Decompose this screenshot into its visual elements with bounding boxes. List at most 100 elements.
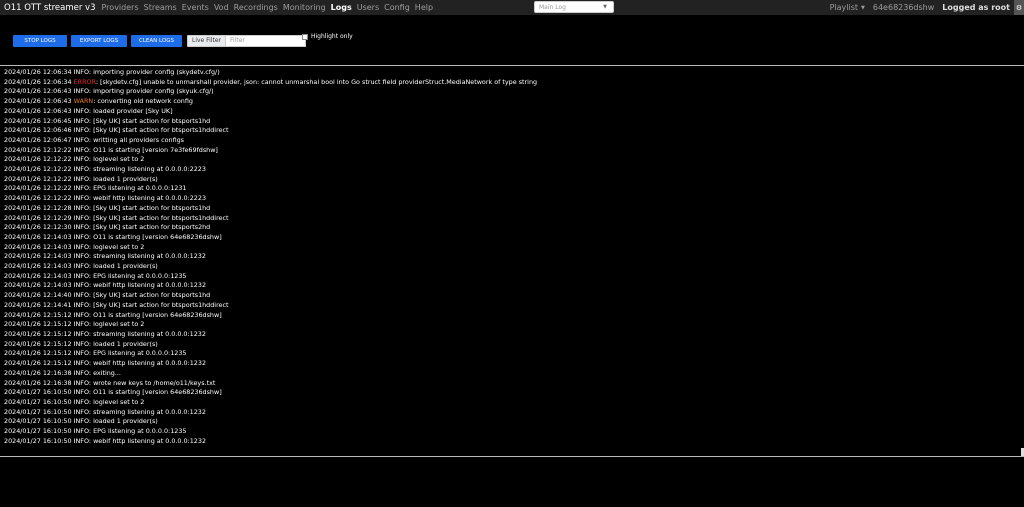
nav-item-help[interactable]: Help bbox=[415, 3, 433, 12]
log-timestamp: 2024/01/26 12:12:22 bbox=[4, 194, 72, 203]
log-line: 2024/01/26 12:12:22 INFO: loglevel set t… bbox=[4, 155, 145, 164]
log-level: INFO bbox=[73, 165, 89, 174]
clean-logs-button[interactable]: CLEAN LOGS bbox=[131, 34, 182, 47]
log-message: streaming listening at 0.0.0.0:1232 bbox=[93, 329, 206, 338]
log-line: 2024/01/26 12:15:12 INFO: EPG listening … bbox=[4, 349, 187, 358]
log-level: INFO bbox=[73, 203, 89, 212]
log-message: writting all providers configs bbox=[93, 135, 185, 144]
chevron-down-icon: ▼ bbox=[861, 4, 865, 11]
log-message: [Sky UK] start action for btsports1hd bbox=[93, 291, 211, 300]
log-line: 2024/01/26 12:16:38 INFO: exiting... bbox=[4, 368, 121, 377]
log-message: EPG listening at 0.0.0.0:1231 bbox=[93, 184, 187, 193]
log-line: 2024/01/26 12:15:12 INFO: webif http lis… bbox=[4, 359, 207, 368]
log-timestamp: 2024/01/26 12:12:28 bbox=[4, 203, 72, 212]
log-message: loglevel set to 2 bbox=[93, 320, 145, 329]
log-level: INFO bbox=[73, 174, 89, 183]
log-timestamp: 2024/01/27 16:10:50 bbox=[4, 397, 72, 406]
log-line: 2024/01/26 12:12:22 INFO: webif http lis… bbox=[4, 194, 207, 203]
highlight-only-label: Highlight only bbox=[311, 33, 353, 40]
chevron-down-icon: ▼ bbox=[603, 4, 607, 10]
log-level: INFO bbox=[73, 155, 89, 164]
log-line: 2024/01/26 12:12:29 INFO: [Sky UK] start… bbox=[4, 213, 229, 222]
log-level: INFO bbox=[73, 388, 89, 397]
log-timestamp: 2024/01/26 12:15:12 bbox=[4, 329, 72, 338]
settings-icon[interactable]: ⚙ bbox=[1014, 0, 1024, 15]
nav-item-streams[interactable]: Streams bbox=[144, 3, 177, 12]
log-timestamp: 2024/01/26 12:12:22 bbox=[4, 155, 72, 164]
log-level: INFO bbox=[73, 68, 89, 76]
export-logs-button[interactable]: EXPORT LOGS bbox=[71, 34, 127, 47]
log-message: [Sky UK] start action for btsports1hd bbox=[93, 116, 211, 125]
log-message: webif http listening at 0.0.0.0:1232 bbox=[93, 281, 207, 290]
log-timestamp: 2024/01/26 12:06:45 bbox=[4, 116, 72, 125]
log-level: INFO bbox=[73, 223, 89, 232]
nav-item-events[interactable]: Events bbox=[182, 3, 209, 12]
playlist-label: Playlist bbox=[829, 3, 859, 12]
log-line: 2024/01/27 16:10:50 INFO: loaded 1 provi… bbox=[4, 417, 158, 426]
log-level: INFO bbox=[73, 87, 89, 96]
log-line: 2024/01/26 12:12:22 INFO: streaming list… bbox=[4, 165, 206, 174]
log-timestamp: 2024/01/26 12:14:03 bbox=[4, 242, 72, 251]
log-timestamp: 2024/01/27 16:10:50 bbox=[4, 427, 72, 436]
log-message: O11 is starting [version 64e68236dshw] bbox=[93, 232, 222, 241]
log-level: INFO bbox=[73, 378, 89, 387]
log-level: INFO bbox=[73, 300, 89, 309]
log-level: INFO bbox=[73, 368, 89, 377]
filter-input[interactable] bbox=[226, 34, 307, 47]
log-message: streaming listening at 0.0.0.0:2223 bbox=[93, 165, 206, 174]
nav-item-config[interactable]: Config bbox=[384, 3, 410, 12]
log-line: 2024/01/26 12:12:22 INFO: EPG listening … bbox=[4, 184, 187, 193]
stop-logs-button[interactable]: STOP LOGS bbox=[13, 34, 67, 47]
nav-item-vod[interactable]: Vod bbox=[214, 3, 229, 12]
log-timestamp: 2024/01/26 12:12:22 bbox=[4, 174, 72, 183]
live-filter-label: Live Filter bbox=[187, 34, 227, 47]
log-output[interactable]: 2024/01/26 12:06:34 INFO: importing prov… bbox=[0, 65, 1024, 457]
log-line: 2024/01/26 12:14:03 INFO: EPG listening … bbox=[4, 271, 187, 280]
log-line: 2024/01/27 16:10:50 INFO: EPG listening … bbox=[4, 427, 187, 436]
highlight-only-toggle[interactable]: Highlight only bbox=[302, 33, 353, 40]
log-timestamp: 2024/01/26 12:14:40 bbox=[4, 291, 72, 300]
log-line: 2024/01/26 12:14:03 INFO: O11 is startin… bbox=[4, 232, 222, 241]
live-filter-group: Live Filter bbox=[187, 34, 307, 47]
log-message: [Sky UK] start action for btsports1hd bbox=[93, 203, 211, 212]
log-level: ERROR bbox=[73, 77, 96, 86]
playlist-dropdown[interactable]: Playlist ▼ bbox=[830, 3, 865, 12]
log-message: [Sky UK] start action for btsports2hd bbox=[93, 223, 211, 232]
logged-in-user: Logged as root bbox=[942, 3, 1010, 12]
nav-item-recordings[interactable]: Recordings bbox=[234, 3, 278, 12]
log-line: 2024/01/26 12:06:46 INFO: [Sky UK] start… bbox=[4, 126, 229, 135]
log-timestamp: 2024/01/26 12:06:34 bbox=[4, 68, 72, 76]
log-message: EPG listening at 0.0.0.0:1235 bbox=[93, 349, 187, 358]
nav-item-monitoring[interactable]: Monitoring bbox=[283, 3, 326, 12]
log-message: exiting... bbox=[93, 368, 121, 377]
log-level: INFO bbox=[73, 281, 89, 290]
log-message: importing provider config (skyuk.cfg/) bbox=[93, 87, 214, 96]
log-line: 2024/01/26 12:14:03 INFO: loaded 1 provi… bbox=[4, 262, 158, 271]
log-timestamp: 2024/01/27 16:10:50 bbox=[4, 417, 72, 426]
nav-item-logs[interactable]: Logs bbox=[331, 3, 352, 12]
app-title[interactable]: O11 OTT streamer v3 bbox=[4, 3, 96, 13]
log-source-select[interactable]: Main Log ▼ bbox=[534, 1, 614, 13]
log-timestamp: 2024/01/26 12:16:38 bbox=[4, 378, 72, 387]
nav-item-users[interactable]: Users bbox=[357, 3, 379, 12]
log-message: loaded 1 provider(s) bbox=[93, 262, 158, 271]
log-level: INFO bbox=[73, 291, 89, 300]
log-message: loaded 1 provider(s) bbox=[93, 174, 158, 183]
log-level: INFO bbox=[73, 252, 89, 261]
log-timestamp: 2024/01/26 12:06:43 bbox=[4, 97, 72, 106]
log-level: INFO bbox=[73, 242, 89, 251]
log-source-value: Main Log bbox=[539, 3, 566, 11]
log-timestamp: 2024/01/26 12:16:38 bbox=[4, 368, 72, 377]
log-line: 2024/01/26 12:14:40 INFO: [Sky UK] start… bbox=[4, 291, 211, 300]
log-message: [Sky UK] start action for btsports1hddir… bbox=[93, 126, 229, 135]
log-line: 2024/01/26 12:15:12 INFO: loglevel set t… bbox=[4, 320, 145, 329]
log-timestamp: 2024/01/27 16:10:50 bbox=[4, 407, 72, 416]
log-line: 2024/01/26 12:15:12 INFO: loaded 1 provi… bbox=[4, 339, 158, 348]
highlight-only-checkbox[interactable] bbox=[302, 33, 308, 40]
log-line: 2024/01/26 12:12:28 INFO: [Sky UK] start… bbox=[4, 203, 211, 212]
log-timestamp: 2024/01/26 12:06:43 bbox=[4, 106, 72, 115]
log-timestamp: 2024/01/26 12:14:03 bbox=[4, 262, 72, 271]
nav-item-providers[interactable]: Providers bbox=[102, 3, 139, 12]
log-timestamp: 2024/01/26 12:12:22 bbox=[4, 145, 72, 154]
log-message: webif http listening at 0.0.0.0:1232 bbox=[93, 436, 207, 445]
